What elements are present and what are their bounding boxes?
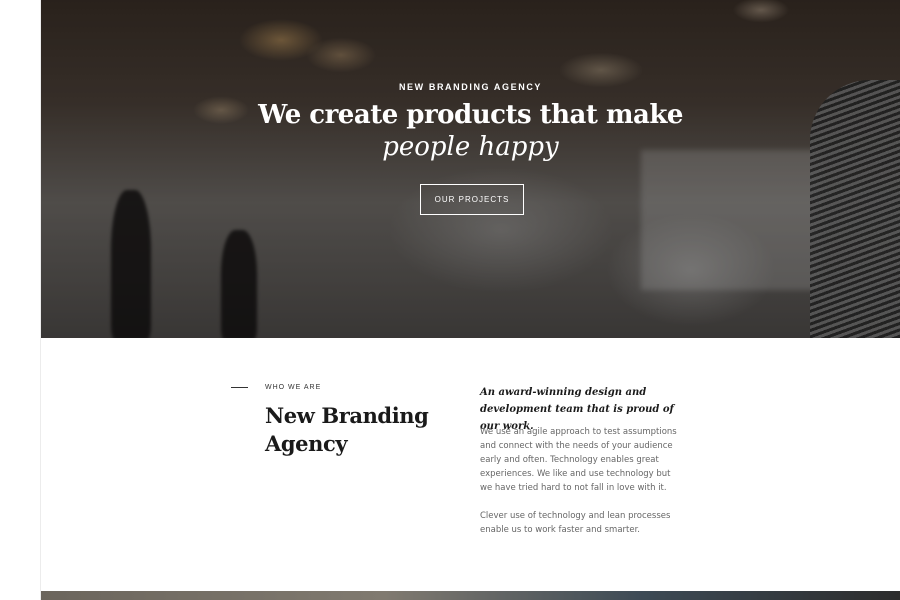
about-eyebrow: WHO WE ARE — [265, 384, 322, 391]
next-section-image-strip — [41, 591, 900, 600]
eyebrow-divider-line — [231, 387, 248, 388]
our-projects-button[interactable]: OUR PROJECTS — [420, 184, 524, 215]
hero-title-italic: people happy — [382, 132, 559, 162]
left-sidebar-strip — [0, 0, 41, 600]
about-paragraph: Clever use of technology and lean proces… — [480, 511, 671, 535]
hero-content: NEW BRANDING AGENCY We create products t… — [41, 0, 900, 338]
hero-eyebrow: NEW BRANDING AGENCY — [398, 82, 543, 92]
about-title: New Branding Agency — [265, 403, 429, 456]
hero-section: NEW BRANDING AGENCY We create products t… — [41, 0, 900, 338]
about-paragraph: We use an agile approach to test assumpt… — [480, 427, 677, 493]
hero-title: We create products that make — [258, 100, 683, 130]
